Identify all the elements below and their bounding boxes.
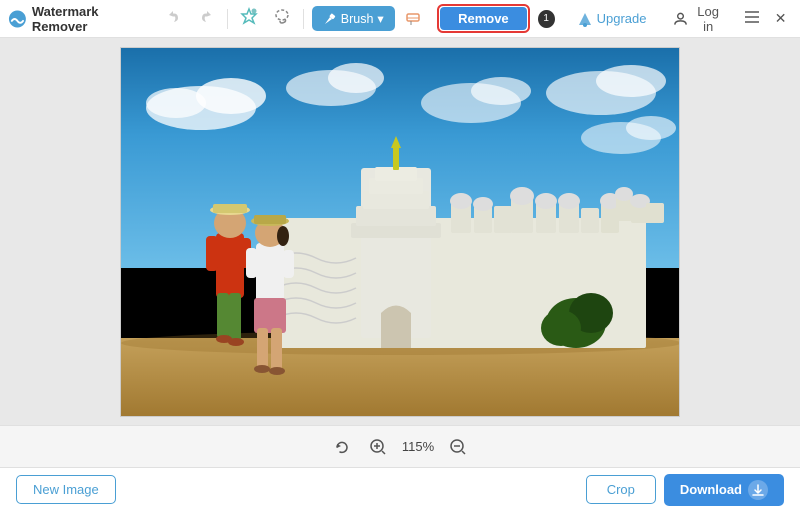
- crop-label: Crop: [607, 482, 635, 497]
- upgrade-button[interactable]: Upgrade: [567, 7, 657, 31]
- new-image-button[interactable]: New Image: [16, 475, 116, 504]
- download-button[interactable]: Download: [664, 474, 784, 506]
- remove-label: Remove: [458, 11, 509, 26]
- new-image-label: New Image: [33, 482, 99, 497]
- close-icon: ✕: [775, 10, 787, 27]
- image-container: [120, 47, 680, 417]
- upgrade-label: Upgrade: [597, 11, 647, 26]
- undo-button[interactable]: [160, 5, 186, 33]
- reset-zoom-button[interactable]: [330, 435, 354, 459]
- app-logo-icon: [8, 9, 27, 29]
- brush-label: Brush: [341, 12, 374, 26]
- lasso-button[interactable]: [268, 5, 294, 33]
- canvas-area: [0, 38, 800, 425]
- upgrade-icon: [577, 11, 593, 27]
- zoom-out-button[interactable]: [446, 435, 470, 459]
- remove-button-wrapper: Remove: [437, 4, 530, 33]
- footer-bar: New Image Crop Download: [0, 467, 800, 511]
- brush-icon: [323, 12, 337, 26]
- chevron-down-icon: ▾: [377, 11, 383, 26]
- close-button[interactable]: ✕: [769, 7, 792, 31]
- download-icon: [752, 484, 764, 496]
- lasso-icon: [273, 7, 291, 30]
- crop-button[interactable]: Crop: [586, 475, 656, 504]
- zoom-out-icon: [449, 438, 467, 456]
- redo-icon: [198, 8, 214, 29]
- brush-button[interactable]: Brush ▾: [312, 6, 395, 31]
- login-label: Log in: [692, 4, 725, 34]
- login-button[interactable]: Log in: [663, 0, 735, 38]
- reset-icon: [334, 439, 350, 455]
- redo-button[interactable]: [193, 5, 219, 33]
- zoom-bar: 115%: [0, 425, 800, 467]
- selection-badge: 1: [538, 10, 555, 28]
- zoom-in-icon: [369, 438, 387, 456]
- eraser-icon: [405, 7, 423, 30]
- separator-1: [227, 9, 228, 29]
- app-logo: Watermark Remover: [8, 4, 150, 34]
- separator-2: [303, 9, 304, 29]
- undo-icon: [166, 8, 182, 29]
- download-label: Download: [680, 482, 742, 497]
- download-icon-wrapper: [748, 480, 768, 500]
- eraser-button[interactable]: [401, 5, 427, 33]
- photo-frame[interactable]: [120, 47, 680, 417]
- photo-svg: [121, 48, 680, 417]
- app-title: Watermark Remover: [32, 4, 151, 34]
- user-icon: [673, 11, 688, 27]
- zoom-level: 115%: [402, 439, 434, 454]
- title-bar: Watermark Remover: [0, 0, 800, 38]
- remove-button[interactable]: Remove: [440, 7, 527, 30]
- menu-button[interactable]: [741, 7, 764, 31]
- smart-select-button[interactable]: [236, 5, 262, 33]
- zoom-in-button[interactable]: [366, 435, 390, 459]
- smart-select-icon: [240, 7, 258, 30]
- menu-icon: [744, 10, 760, 27]
